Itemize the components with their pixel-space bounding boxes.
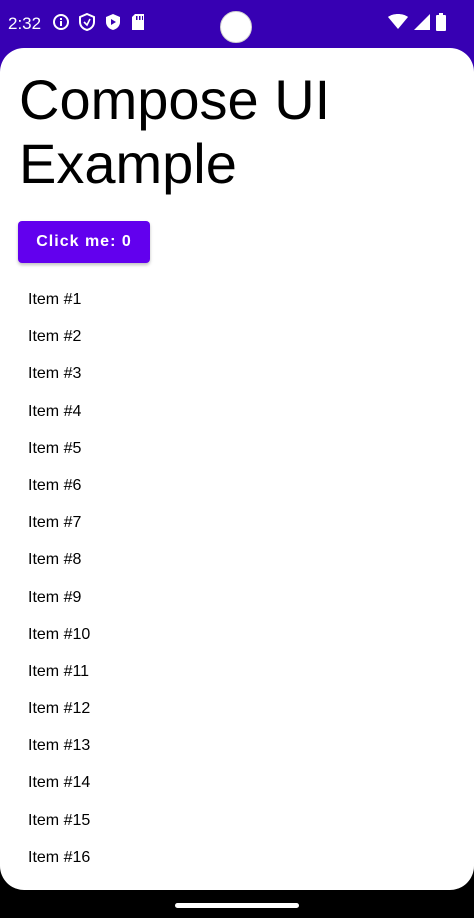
list-item: Item #12 bbox=[28, 700, 91, 718]
camera-cutout bbox=[220, 11, 252, 43]
list-item: Item #3 bbox=[28, 365, 82, 383]
status-notification-icons bbox=[52, 12, 146, 35]
list-item: Item #8 bbox=[28, 551, 82, 569]
item-list[interactable]: Item #1 Item #2 Item #3 Item #4 Item #5 … bbox=[0, 281, 474, 876]
status-time: 2:32 bbox=[8, 14, 42, 33]
click-counter-button[interactable]: Click me: 0 bbox=[18, 221, 150, 263]
page-title: Compose UI Example bbox=[19, 68, 331, 195]
play-protect-icon bbox=[104, 13, 122, 35]
list-item: Item #16 bbox=[28, 848, 91, 866]
list-item: Item #1 bbox=[28, 291, 82, 308]
cell-signal-icon bbox=[414, 14, 430, 34]
list-item: Item #11 bbox=[28, 662, 90, 680]
status-system-icons bbox=[388, 13, 446, 35]
list-item: Item #13 bbox=[28, 737, 91, 755]
list-item: Item #14 bbox=[28, 774, 91, 792]
list-item: Item #6 bbox=[28, 476, 82, 494]
battery-icon bbox=[436, 13, 446, 35]
home-gesture-handle[interactable] bbox=[175, 903, 299, 908]
list-item: Item #4 bbox=[28, 402, 82, 420]
list-item: Item #2 bbox=[28, 328, 82, 346]
list-item: Item #9 bbox=[28, 588, 82, 606]
sd-card-icon bbox=[130, 13, 146, 35]
shield-icon bbox=[78, 12, 96, 35]
list-item: Item #7 bbox=[28, 514, 82, 532]
app-content: Compose UI Example Click me: 0 Item #1 I… bbox=[0, 48, 474, 890]
phone-screen: 2:32 Compose UI Example Click me: 0 Item… bbox=[0, 0, 474, 918]
list-item: Item #15 bbox=[28, 811, 91, 829]
screen-corner bbox=[450, 866, 474, 890]
list-item: Item #10 bbox=[28, 625, 91, 643]
status-bar: 2:32 bbox=[0, 0, 474, 48]
list-item: Item #5 bbox=[28, 439, 82, 457]
info-icon bbox=[52, 13, 70, 35]
wifi-icon bbox=[388, 14, 408, 34]
screen-corner bbox=[0, 866, 24, 890]
